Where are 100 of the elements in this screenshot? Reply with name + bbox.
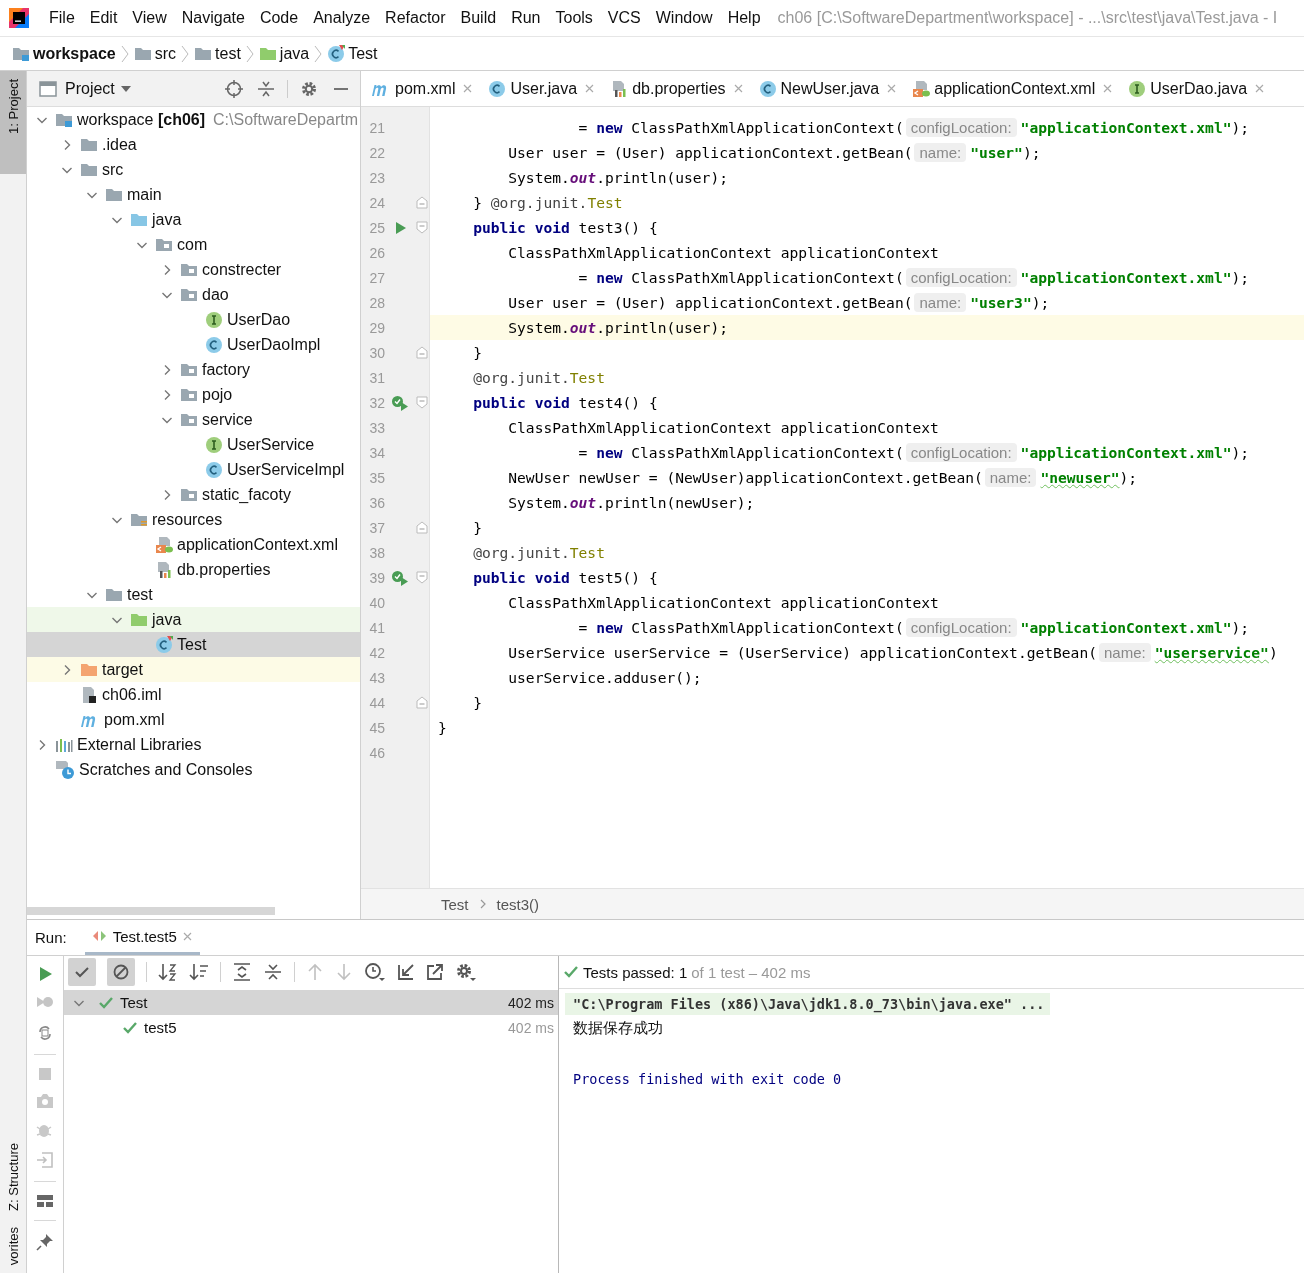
menu-item[interactable]: Navigate: [173, 9, 252, 27]
run-icon[interactable]: [37, 966, 53, 982]
tree-row[interactable]: pojo: [27, 382, 360, 407]
toggle-auto-test-icon[interactable]: [36, 1024, 54, 1042]
up-arrow-icon[interactable]: [306, 963, 324, 981]
sort-by-duration-icon[interactable]: [189, 963, 209, 981]
editor-tab[interactable]: db.properties: [600, 71, 749, 106]
show-passed-toggle[interactable]: [68, 958, 96, 986]
close-icon[interactable]: [585, 84, 595, 93]
breadcrumb[interactable]: test3(): [496, 895, 540, 913]
editor-tab[interactable]: User.java: [478, 71, 601, 106]
run-passed-icon[interactable]: [391, 569, 409, 586]
tool-window-tab[interactable]: 1: Project: [0, 71, 26, 174]
line-number: 21: [368, 119, 385, 136]
tree-row[interactable]: workspace [ch06] C:\SoftwareDepartm: [27, 107, 360, 132]
tree-row[interactable]: service: [27, 407, 360, 432]
sort-alphabetically-icon[interactable]: [158, 963, 178, 981]
interface-icon: [205, 435, 223, 454]
tree-row[interactable]: pom.xml: [27, 707, 360, 732]
tree-row[interactable]: main: [27, 182, 360, 207]
close-icon[interactable]: [463, 84, 473, 93]
export-icon[interactable]: [426, 963, 444, 981]
tree-row[interactable]: External Libraries: [27, 732, 360, 757]
tree-row[interactable]: target: [27, 657, 360, 682]
pin-icon[interactable]: [36, 1233, 54, 1251]
editor-tab[interactable]: NewUser.java: [748, 71, 903, 106]
check-icon: [122, 1020, 138, 1035]
tree-row[interactable]: test: [27, 582, 360, 607]
close-icon[interactable]: [887, 84, 897, 93]
tree-row[interactable]: UserService: [27, 432, 360, 457]
tree-row[interactable]: applicationContext.xml: [27, 532, 360, 557]
close-icon[interactable]: [1255, 84, 1265, 93]
dropdown-caret-icon[interactable]: [120, 84, 131, 93]
menu-item[interactable]: Analyze: [305, 9, 378, 27]
tree-row[interactable]: java: [27, 607, 360, 632]
menu-item[interactable]: Refactor: [377, 9, 453, 27]
tree-row[interactable]: com: [27, 232, 360, 257]
tree-row[interactable]: src: [27, 157, 360, 182]
breadcrumb[interactable]: workspace: [33, 44, 116, 63]
scrollbar-thumb[interactable]: [27, 907, 275, 915]
menu-item[interactable]: Window: [647, 9, 720, 27]
menu-item[interactable]: Code: [251, 9, 306, 27]
menu-item[interactable]: Build: [452, 9, 504, 27]
editor-tab[interactable]: pom.xml: [361, 71, 479, 106]
locate-icon[interactable]: [225, 79, 243, 98]
collapse-all-icon[interactable]: [257, 79, 275, 98]
tree-row[interactable]: Test: [27, 632, 360, 657]
tree-label: resources: [152, 510, 223, 529]
run-icon[interactable]: [393, 220, 407, 235]
tree-row[interactable]: java: [27, 207, 360, 232]
close-icon[interactable]: [182, 931, 192, 941]
tool-window-tab[interactable]: vorites: [0, 1218, 26, 1273]
line-number: 27: [368, 269, 385, 286]
collapse-all-icon[interactable]: [263, 963, 283, 981]
test-row[interactable]: Test 402 ms: [64, 990, 558, 1015]
breadcrumb[interactable]: Test: [441, 895, 469, 913]
breadcrumb[interactable]: test: [215, 44, 241, 63]
panel-title[interactable]: Project: [65, 79, 115, 98]
breadcrumb[interactable]: src: [154, 44, 177, 63]
tree-row[interactable]: Scratches and Consoles: [27, 757, 360, 782]
line-number: 44: [368, 694, 385, 711]
history-icon[interactable]: [364, 962, 386, 982]
code-line: }: [472, 519, 482, 536]
menu-item[interactable]: Run: [503, 9, 548, 27]
tree-row[interactable]: .idea: [27, 132, 360, 157]
tool-window-tab[interactable]: Z: Structure: [0, 1134, 26, 1219]
menu-item[interactable]: View: [124, 9, 174, 27]
menu-item[interactable]: File: [41, 9, 82, 27]
menu-item[interactable]: VCS: [599, 9, 648, 27]
tree-row[interactable]: UserDao: [27, 307, 360, 332]
breadcrumb[interactable]: java: [279, 44, 310, 63]
code-line: NewUser newUser = (NewUser)applicationContext.getBean( name: "newuser");: [507, 469, 1138, 486]
tree-row[interactable]: dao: [27, 282, 360, 307]
editor-tab[interactable]: applicationContext.xml: [902, 71, 1119, 106]
close-icon[interactable]: [733, 84, 743, 93]
tree-row[interactable]: UserServiceImpl: [27, 457, 360, 482]
tree-row[interactable]: factory: [27, 357, 360, 382]
tree-label: UserService: [227, 435, 315, 454]
settings-icon[interactable]: [300, 79, 318, 98]
menu-item[interactable]: Edit: [81, 9, 125, 27]
close-icon[interactable]: [1103, 84, 1113, 93]
editor-tab[interactable]: UserDao.java: [1118, 71, 1271, 106]
show-ignored-toggle[interactable]: [107, 958, 135, 986]
menu-item[interactable]: Help: [719, 9, 768, 27]
run-passed-icon[interactable]: [391, 394, 409, 411]
tree-row[interactable]: resources: [27, 507, 360, 532]
breadcrumb[interactable]: Test: [348, 44, 378, 63]
import-icon[interactable]: [397, 963, 415, 981]
settings-icon[interactable]: [455, 962, 477, 982]
run-tab[interactable]: Test.test5: [84, 920, 200, 955]
tree-row[interactable]: UserDaoImpl: [27, 332, 360, 357]
expand-all-icon[interactable]: [232, 963, 252, 981]
tree-row[interactable]: db.properties: [27, 557, 360, 582]
test-row[interactable]: test5 402 ms: [64, 1015, 558, 1040]
layout-icon[interactable]: [36, 1194, 54, 1208]
down-arrow-icon[interactable]: [335, 963, 353, 981]
tree-row[interactable]: ch06.iml: [27, 682, 360, 707]
tree-row[interactable]: static_facoty: [27, 482, 360, 507]
menu-item[interactable]: Tools: [547, 9, 600, 27]
tree-row[interactable]: constrecter: [27, 257, 360, 282]
